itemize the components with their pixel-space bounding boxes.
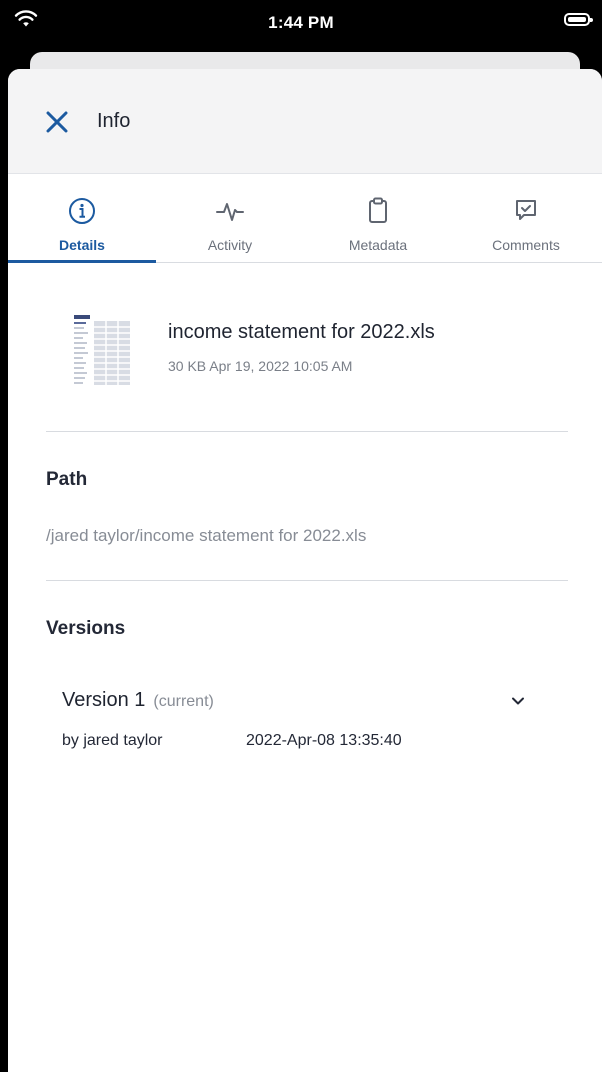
chevron-down-icon[interactable] [510,693,526,709]
version-item[interactable]: Version 1 (current) [62,689,214,712]
version-date: 2022-Apr-08 13:35:40 [246,732,402,749]
tab-bar: Details Activity Metadata Comments [8,174,602,263]
spreadsheet-thumbnail [70,309,134,391]
clipboard-icon [369,197,387,223]
path-value: /jared taylor/income statement for 2022.… [46,526,367,545]
tab-details-label: Details [59,237,105,253]
file-name: income statement for 2022.xls [168,321,435,343]
status-time: 1:44 PM [268,13,334,32]
tab-activity[interactable]: Activity [156,174,304,262]
version-label: Version 1 [62,689,146,711]
battery-icon [564,13,593,26]
version-current-tag: (current) [153,693,214,710]
divider [46,580,568,581]
sheet-header: Info [8,69,602,174]
versions-heading: Versions [46,618,126,639]
file-info: income statement for 2022.xls 30 KB Apr … [8,309,602,391]
status-bar: 1:44 PM [0,0,602,48]
info-sheet: Info Details Activity Metadata Comments … [8,69,602,1072]
version-author: by jared taylor [62,732,163,749]
tab-metadata[interactable]: Metadata [304,174,452,262]
tab-details[interactable]: Details [8,174,156,263]
tab-activity-label: Activity [207,237,253,253]
path-heading: Path [46,469,88,490]
phone-screen: 1:44 PM Info Details Activity Metadata C… [0,0,602,1072]
sheet-title: Info [97,110,131,132]
info-icon [69,198,95,224]
tab-metadata-label: Metadata [348,237,408,253]
activity-icon [216,203,244,221]
file-meta: 30 KB Apr 19, 2022 10:05 AM [168,358,353,374]
close-icon[interactable] [42,107,72,137]
tab-comments-label: Comments [492,237,560,253]
comment-check-icon [516,200,536,220]
divider [46,431,568,432]
tab-comments[interactable]: Comments [452,174,600,262]
